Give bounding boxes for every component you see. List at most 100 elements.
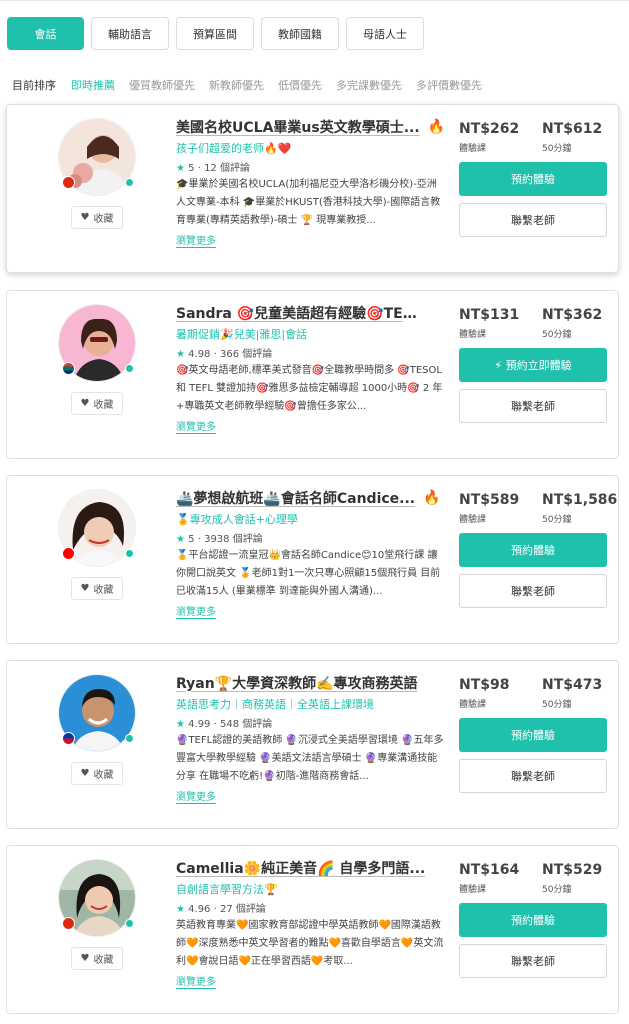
regular-price: NT$1,586 50分鐘 <box>542 492 617 525</box>
filter-budget[interactable]: 預算區間 <box>176 17 254 50</box>
favorite-label: 收藏 <box>93 585 114 596</box>
rating-value: 4.99 <box>188 718 211 730</box>
filter-conversation[interactable]: 會話 <box>7 17 84 50</box>
favorite-label: 收藏 <box>93 214 114 225</box>
book-trial-button[interactable]: 預約體驗 <box>459 903 607 937</box>
filter-secondary-language[interactable]: 輔助語言 <box>91 17 169 50</box>
contact-teacher-button[interactable]: 聯繫老師 <box>459 759 607 793</box>
online-status-icon <box>125 919 134 928</box>
teacher-description: 🎯英文母語老師,標準美式發音🎯全職教學時間多 🎯TESOL 和 TEFL 雙證加… <box>176 364 443 412</box>
flag-icon <box>62 176 75 189</box>
favorite-button[interactable]: ♥ 收藏 <box>71 762 123 785</box>
browse-more-link[interactable]: 瀏覽更多 <box>176 232 446 247</box>
regular-price-unit: 50分鐘 <box>542 515 572 525</box>
book-trial-button[interactable]: 預約體驗 <box>459 162 607 196</box>
regular-price: NT$473 50分鐘 <box>542 677 602 710</box>
trial-price-amount: NT$98 <box>459 677 510 693</box>
teacher-description: 🎓畢業於美國名校UCLA(加利福尼亞大學洛杉磯分校)-亞洲人文專業-本科 🎓畢業… <box>176 178 441 226</box>
teacher-name[interactable]: Camellia🌼純正美音🌈 自學多門語... <box>176 858 425 878</box>
favorite-button[interactable]: ♥ 收藏 <box>71 577 123 600</box>
sort-option-low-price[interactable]: 低價優先 <box>278 77 322 93</box>
star-icon: ★ <box>176 718 185 730</box>
regular-price: NT$529 50分鐘 <box>542 862 602 895</box>
book-trial-button[interactable]: 預約體驗 <box>459 718 607 752</box>
rating-value: 4.96 <box>188 903 211 915</box>
regular-price-amount: NT$612 <box>542 121 603 137</box>
heart-icon: ♥ <box>80 953 90 964</box>
heart-icon: ♥ <box>80 398 90 409</box>
flag-icon <box>62 362 75 375</box>
regular-price-amount: NT$1,586 <box>542 492 618 508</box>
favorite-button[interactable]: ♥ 收藏 <box>71 206 123 229</box>
fire-icon: 🔥 <box>423 489 441 506</box>
trial-price: NT$131 體驗課 <box>459 307 519 340</box>
online-status-icon <box>125 549 134 558</box>
teacher-name[interactable]: 🚢夢想啟航班🚢會話名師Candice... <box>176 488 415 508</box>
top-divider <box>0 0 629 1</box>
favorite-button[interactable]: ♥ 收藏 <box>71 947 123 970</box>
regular-price-amount: NT$529 <box>542 862 603 878</box>
contact-teacher-button[interactable]: 聯繫老師 <box>459 574 607 608</box>
rating-value: 5 <box>188 162 195 174</box>
sort-option-new[interactable]: 新教師優先 <box>209 77 264 93</box>
book-instant-trial-button[interactable]: ⚡ 預約立即體驗 <box>459 348 607 382</box>
filter-teacher-nationality[interactable]: 教師國籍 <box>261 17 339 50</box>
review-count: 366 個評論 <box>219 348 273 360</box>
regular-price-amount: NT$362 <box>542 307 603 323</box>
contact-teacher-button[interactable]: 聯繫老師 <box>459 389 607 423</box>
trial-price: NT$164 體驗課 <box>459 862 519 895</box>
teacher-tagline: 暑期促銷🎉兒美|雅思|會話 <box>176 327 308 341</box>
filter-bar: 會話 輔助語言 預算區間 教師國籍 母語人士 <box>7 17 424 50</box>
star-icon: ★ <box>176 348 185 360</box>
sort-option-recommended[interactable]: 即時推薦 <box>71 77 115 93</box>
browse-more-link[interactable]: 瀏覽更多 <box>176 603 446 618</box>
trial-price-unit: 體驗課 <box>459 144 487 154</box>
flag-icon <box>62 732 75 745</box>
trial-price-unit: 體驗課 <box>459 515 487 525</box>
favorite-button[interactable]: ♥ 收藏 <box>71 392 123 415</box>
trial-price-amount: NT$589 <box>459 492 520 508</box>
sort-option-most-lessons[interactable]: 多完課數優先 <box>336 77 402 93</box>
trial-price-amount: NT$131 <box>459 307 520 323</box>
star-icon: ★ <box>176 162 185 174</box>
teacher-description: 🏅平台認證一流皇冠👑會話名師Candice😊10堂飛行課 讓你開口說英文 🏅老師… <box>176 549 441 597</box>
teacher-rating: ★ 5 · 12 個評論 <box>176 162 250 174</box>
trial-price-unit: 體驗課 <box>459 330 487 340</box>
rating-value: 4.98 <box>188 348 211 360</box>
teacher-description: 英語教育專業🧡國家教育部認證中學英語教師🧡國際漢語教師🧡深度熟悉中英文學習者的難… <box>176 919 444 967</box>
teacher-rating: ★ 4.96 · 27 個評論 <box>176 903 266 915</box>
teacher-tagline: 孩子们超爱的老师🔥❤️ <box>176 141 292 155</box>
review-count: 12 個評論 <box>204 162 250 174</box>
teacher-card: ♥ 收藏 Ryan🏆大學資深教師✍️專攻商務英語 英語思考力｜商務英語｜全英語上課… <box>6 660 619 829</box>
regular-price: NT$362 50分鐘 <box>542 307 602 340</box>
contact-teacher-button[interactable]: 聯繫老師 <box>459 944 607 978</box>
teacher-tagline: 🏅專攻成人會話+心理學 <box>176 512 298 526</box>
regular-price-unit: 50分鐘 <box>542 700 572 710</box>
teacher-card: ♥ 收藏 Sandra 🎯兒童美語超有經驗🎯TES... 暑期促銷🎉兒美|雅思|會… <box>6 290 619 459</box>
browse-more-link[interactable]: 瀏覽更多 <box>176 788 446 803</box>
trial-price-amount: NT$164 <box>459 862 520 878</box>
contact-teacher-button[interactable]: 聯繫老師 <box>459 203 607 237</box>
review-count: 27 個評論 <box>219 903 266 915</box>
filter-native-speaker[interactable]: 母語人士 <box>346 17 424 50</box>
trial-price: NT$98 體驗課 <box>459 677 510 710</box>
browse-more-link[interactable]: 瀏覽更多 <box>176 418 446 433</box>
teacher-tagline: 自創語言學習方法🏆 <box>176 882 278 896</box>
teacher-name[interactable]: Sandra 🎯兒童美語超有經驗🎯TES... <box>176 303 426 323</box>
regular-price-unit: 50分鐘 <box>542 144 572 154</box>
teacher-name[interactable]: 美國名校UCLA畢業us英文教學碩士... <box>176 117 420 137</box>
book-trial-button[interactable]: 預約體驗 <box>459 533 607 567</box>
sort-option-most-reviews[interactable]: 多評價數優先 <box>416 77 482 93</box>
teacher-name[interactable]: Ryan🏆大學資深教師✍️專攻商務英語 <box>176 673 418 693</box>
trial-price-unit: 體驗課 <box>459 700 487 710</box>
online-status-icon <box>125 734 134 743</box>
teacher-rating: ★ 5 · 3938 個評論 <box>176 533 263 545</box>
teacher-description: 🔮TEFL認證的美語教師 🔮沉浸式全美語學習環境 🔮五年多豐富大學教學經驗 🔮美… <box>176 734 444 782</box>
sort-option-quality[interactable]: 優質教師優先 <box>129 77 195 93</box>
review-count: 3938 個評論 <box>204 533 263 545</box>
regular-price-unit: 50分鐘 <box>542 885 572 895</box>
trial-price: NT$262 體驗課 <box>459 121 519 154</box>
fire-icon: 🔥 <box>427 118 446 135</box>
browse-more-link[interactable]: 瀏覽更多 <box>176 973 446 988</box>
online-status-icon <box>125 364 134 373</box>
